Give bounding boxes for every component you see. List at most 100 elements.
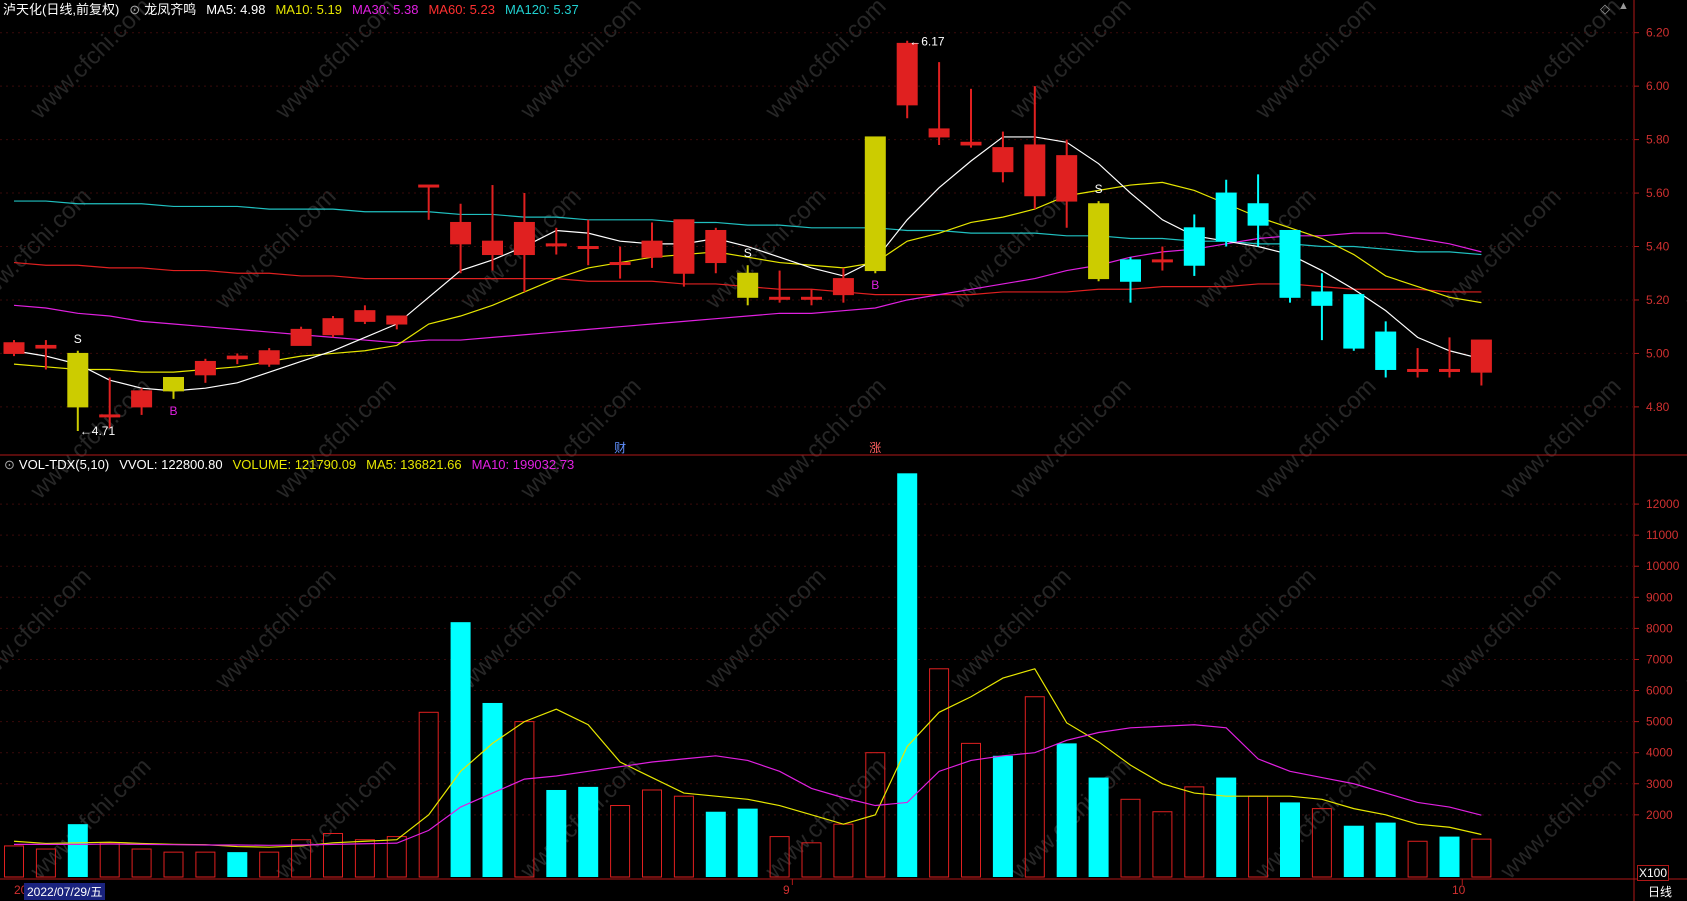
watermark-text: www.cfchi.com — [209, 183, 341, 315]
candle-body — [67, 352, 89, 408]
volume-tick-label: 10000 — [1646, 559, 1680, 573]
volume-bar — [673, 795, 694, 878]
volume-tick-label: 5000 — [1646, 715, 1673, 729]
candle — [194, 358, 216, 383]
candle — [609, 246, 631, 279]
chart-annotation: B — [871, 278, 879, 292]
volume-bar — [610, 805, 631, 878]
candle-body — [450, 221, 472, 245]
volume-bar — [992, 755, 1013, 877]
candle — [418, 184, 440, 220]
candle-body — [641, 240, 663, 258]
volume-bar — [961, 742, 981, 878]
stock-title[interactable]: 泸天化(日线,前复权) — [3, 0, 119, 20]
candle-body — [705, 229, 727, 264]
candle-body — [99, 414, 121, 418]
volume-bar — [1280, 802, 1300, 877]
vvol-readout: VVOL: 122800.80 — [119, 457, 223, 472]
candle — [832, 267, 854, 303]
volume-bar — [67, 824, 88, 877]
candle-body — [769, 296, 791, 300]
event-marker: 涨 — [869, 440, 881, 455]
candle — [1215, 179, 1237, 247]
chart-annotation: ←4.71 — [80, 424, 116, 438]
candle-body — [1215, 192, 1237, 242]
volume-bar — [1056, 743, 1077, 877]
unit-label: X100 — [1637, 865, 1670, 881]
candle-body — [673, 219, 695, 274]
watermark-text: www.cfchi.com — [1434, 183, 1566, 315]
ma5-readout: MA5: 4.98 — [206, 2, 266, 17]
concept-label[interactable]: 龙凤齐鸣 — [144, 0, 196, 20]
volume-bar — [1152, 811, 1173, 878]
circle-dot-icon: ⊙ — [129, 2, 141, 17]
candle — [801, 289, 822, 306]
price-tick-label: 6.20 — [1646, 26, 1670, 40]
period-label[interactable]: 日线 — [1648, 883, 1672, 900]
volume-tick-label: 12000 — [1646, 497, 1680, 511]
candle-body — [354, 310, 376, 322]
volume-bar — [1407, 840, 1428, 878]
volume-tick-label: 6000 — [1646, 684, 1673, 698]
candle-body — [1247, 203, 1269, 226]
volume-bar — [1343, 825, 1364, 877]
price-tick-label: 5.00 — [1646, 346, 1670, 360]
candle-body — [1439, 368, 1460, 372]
volume-bar — [1471, 838, 1492, 878]
candle — [1279, 229, 1301, 303]
volume-bar — [418, 711, 439, 878]
candle-body — [545, 243, 567, 247]
candle — [322, 316, 344, 338]
month-label-10: 10 — [1452, 883, 1466, 897]
diamond-icon[interactable]: ◇ — [1600, 1, 1610, 17]
volume-bar — [4, 845, 24, 878]
vol-indicator-name[interactable]: VOL-TDX(5,10) — [19, 455, 109, 475]
volume-bar — [929, 668, 950, 878]
candle — [1407, 348, 1429, 378]
candle — [960, 88, 982, 148]
volume-tick-label: 11000 — [1646, 528, 1679, 542]
vol-ma5-readout: MA5: 136821.66 — [366, 457, 462, 472]
watermark-text: www.cfchi.com — [699, 563, 831, 695]
volume-bar — [897, 473, 918, 877]
candle-body — [131, 390, 153, 408]
candle-body — [1407, 368, 1429, 372]
candle-body — [1056, 155, 1078, 202]
candle-body — [1183, 227, 1205, 266]
volume-readout: VOLUME: 121790.09 — [232, 457, 357, 472]
candle — [226, 353, 248, 365]
volume-tick-label: 8000 — [1646, 621, 1673, 635]
watermark-text: www.cfchi.com — [514, 373, 646, 505]
candle — [258, 348, 280, 367]
watermark-text: www.cfchi.com — [1679, 183, 1687, 315]
candle — [1470, 339, 1492, 386]
chart-canvas[interactable]: www.cfchi.com www.cfchi.com www.cfchi.com w… — [0, 0, 1687, 901]
candle-body — [992, 147, 1014, 173]
price-tick-label: 5.20 — [1646, 293, 1670, 307]
price-tick-label: 5.80 — [1646, 133, 1670, 147]
candle-body — [896, 42, 918, 106]
candle-body — [3, 342, 25, 354]
volume-bar — [195, 851, 216, 878]
volume-bar — [578, 786, 599, 877]
candle — [1151, 246, 1173, 271]
watermark-text: www.cfchi.com — [269, 373, 401, 505]
dropdown-icon[interactable]: ⊙ — [4, 455, 15, 475]
cursor-date: 2022/07/29/五 — [24, 883, 106, 900]
candle — [864, 136, 886, 274]
candle-body — [1151, 259, 1173, 263]
candle — [705, 227, 727, 274]
ma30-readout: MA30: 5.38 — [351, 2, 419, 17]
watermark-text: www.cfchi.com — [24, 753, 156, 885]
candle — [290, 326, 312, 346]
volume-bar — [1184, 786, 1205, 878]
candle — [3, 340, 25, 357]
ma10-readout: MA10: 5.19 — [275, 2, 342, 17]
candle-body — [1024, 144, 1046, 197]
candle-body — [322, 318, 344, 336]
candle — [577, 219, 599, 266]
watermark-text: www.cfchi.com — [209, 563, 341, 695]
candle-body — [928, 128, 950, 138]
scroll-up-icon[interactable]: ▲ — [1618, 0, 1629, 12]
candle — [673, 219, 695, 287]
